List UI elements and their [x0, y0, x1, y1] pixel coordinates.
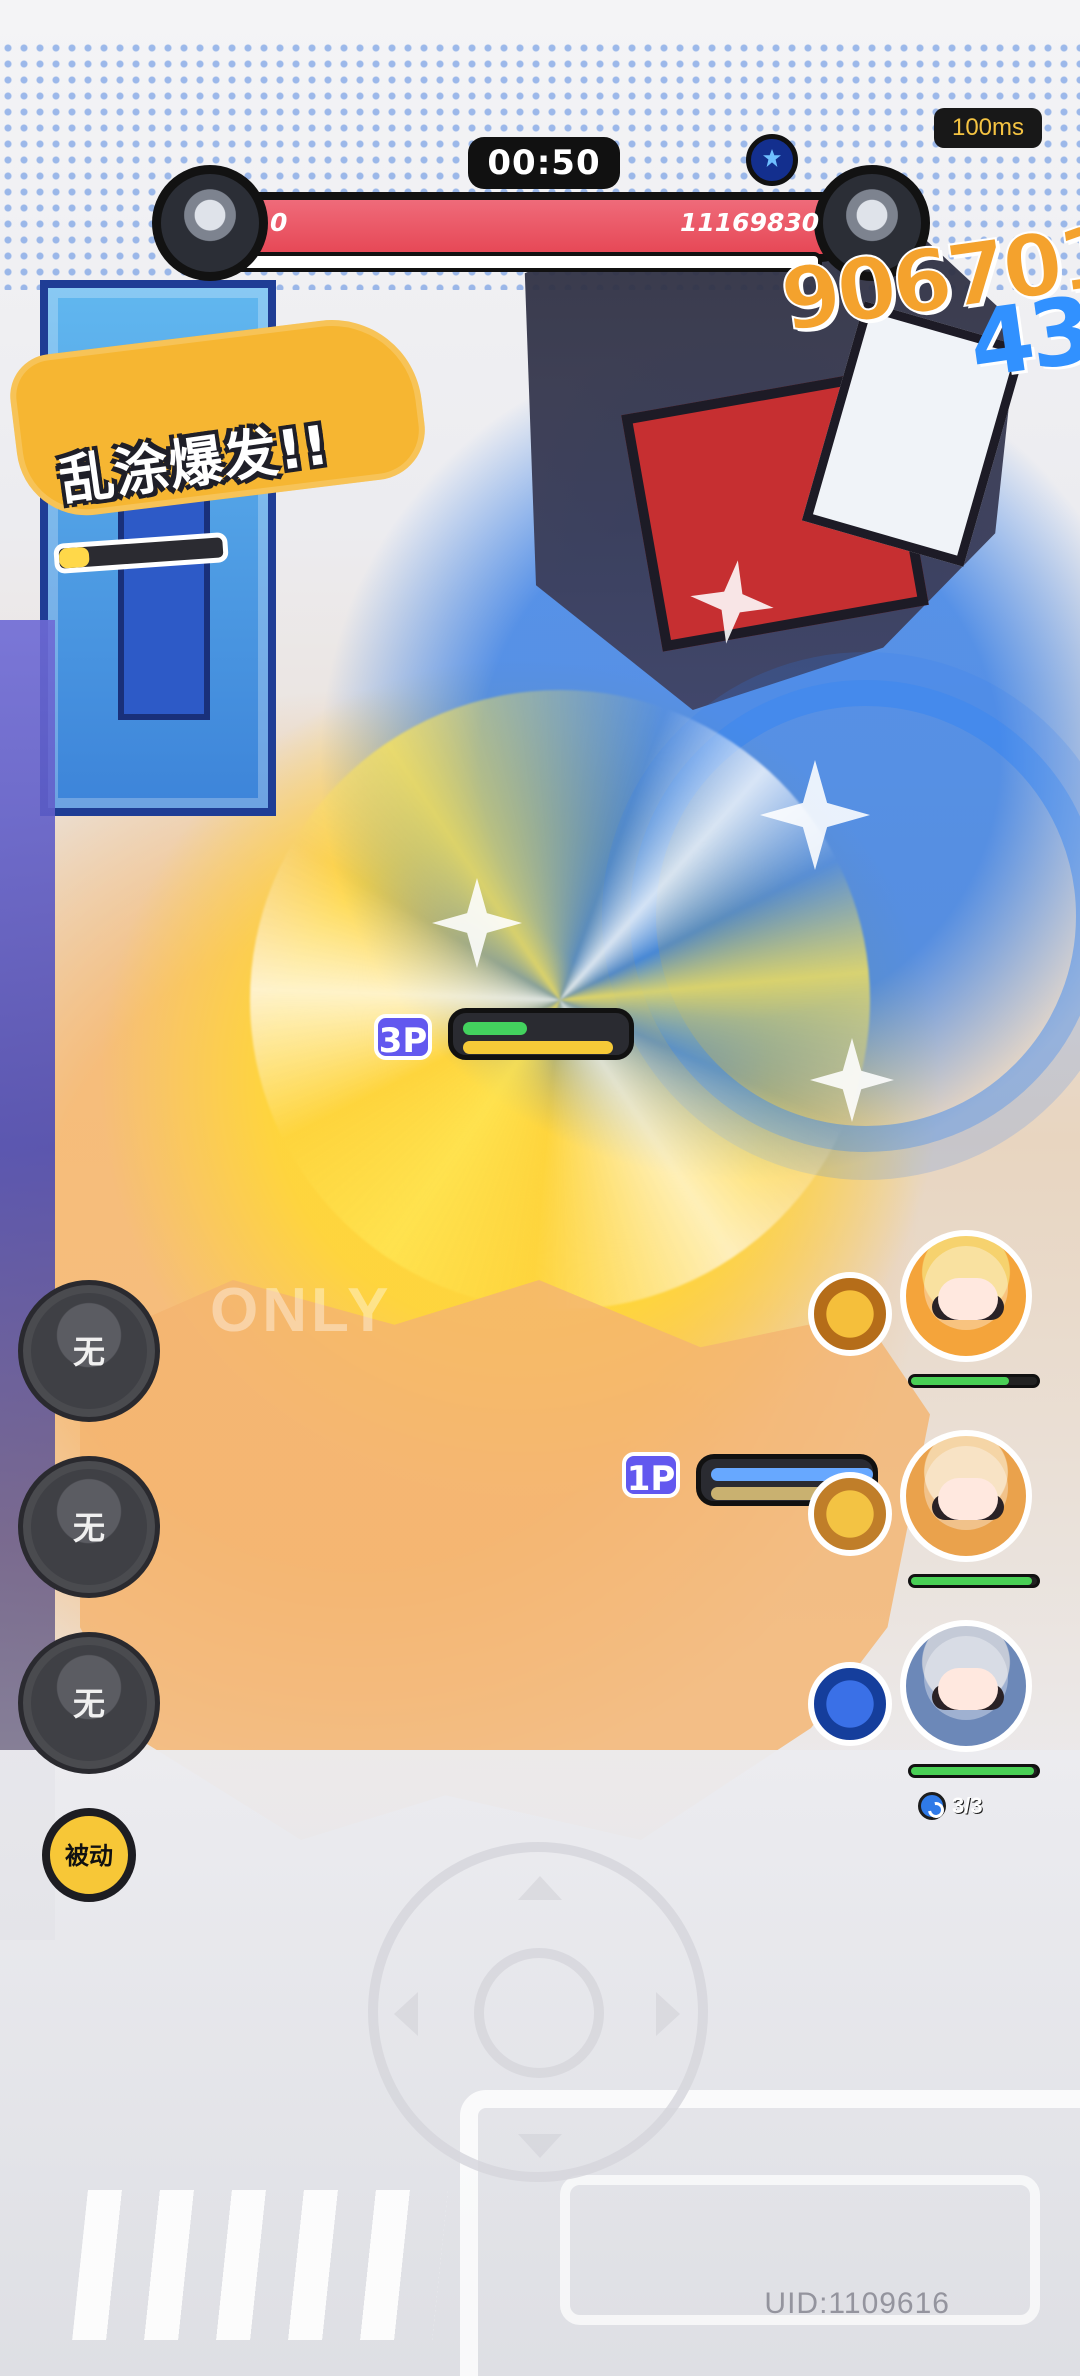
burst-progress-fill	[58, 546, 90, 569]
team-member-1-hp-fill	[911, 1377, 1010, 1385]
team-member-2[interactable]	[808, 1430, 1046, 1588]
player-3p-energy-fill	[463, 1041, 613, 1054]
silver-haired-girl-icon	[900, 1620, 1032, 1752]
damage-number-secondary: 43	[963, 276, 1080, 399]
player-3p-health-fill	[463, 1022, 527, 1035]
team-member-3-hp-bar	[908, 1764, 1040, 1778]
team-skill-orb-icon	[808, 1472, 892, 1556]
right-score: 11169830	[680, 208, 820, 237]
virtual-joystick-knob[interactable]	[474, 1948, 604, 2078]
team-charge-text: 3/3	[952, 1793, 983, 1818]
player-tag-3p: 3P	[374, 1014, 432, 1061]
team-member-1-hp-bar	[908, 1374, 1040, 1388]
yellow-haired-girl-icon	[900, 1230, 1032, 1362]
team-member-2-hp-fill	[911, 1577, 1032, 1585]
floor-marking-text: ONLY	[210, 1276, 393, 1345]
left-score: 0	[270, 208, 288, 237]
team-member-3[interactable]	[808, 1620, 1046, 1778]
blonde-girl-icon	[900, 1430, 1032, 1562]
team-charge-indicator: 3/3	[918, 1792, 983, 1820]
player-3p-status-bar	[448, 1008, 634, 1060]
left-boss-avatar-icon	[152, 165, 268, 281]
joystick-up-arrow-icon	[518, 1876, 562, 1900]
crosswalk-lines	[72, 2190, 448, 2340]
yellow-burst-effect	[250, 690, 870, 1310]
skill-button-2[interactable]: 无	[18, 1456, 160, 1598]
joystick-right-arrow-icon	[656, 1992, 680, 2036]
charge-icon	[918, 1792, 946, 1820]
team-skill-orb-icon	[808, 1272, 892, 1356]
player-tag-1p: 1P	[622, 1452, 680, 1499]
team-member-3-hp-fill	[911, 1767, 1035, 1775]
latency-indicator: 100ms	[934, 108, 1042, 148]
passive-button[interactable]: 被动	[42, 1808, 136, 1902]
team-member-2-hp-bar	[908, 1574, 1040, 1588]
joystick-down-arrow-icon	[518, 2134, 562, 2158]
boss-health-strip	[178, 252, 822, 272]
skill-button-3[interactable]: 无	[18, 1632, 160, 1774]
match-timer: 00:50	[468, 137, 620, 189]
joystick-left-arrow-icon	[394, 1992, 418, 2036]
team-member-1[interactable]	[808, 1230, 1046, 1388]
team-skill-orb-icon	[808, 1662, 892, 1746]
skill-button-1[interactable]: 无	[18, 1280, 160, 1422]
user-id-label: UID:1109616	[764, 2287, 950, 2320]
team-emblem-icon	[746, 134, 798, 186]
